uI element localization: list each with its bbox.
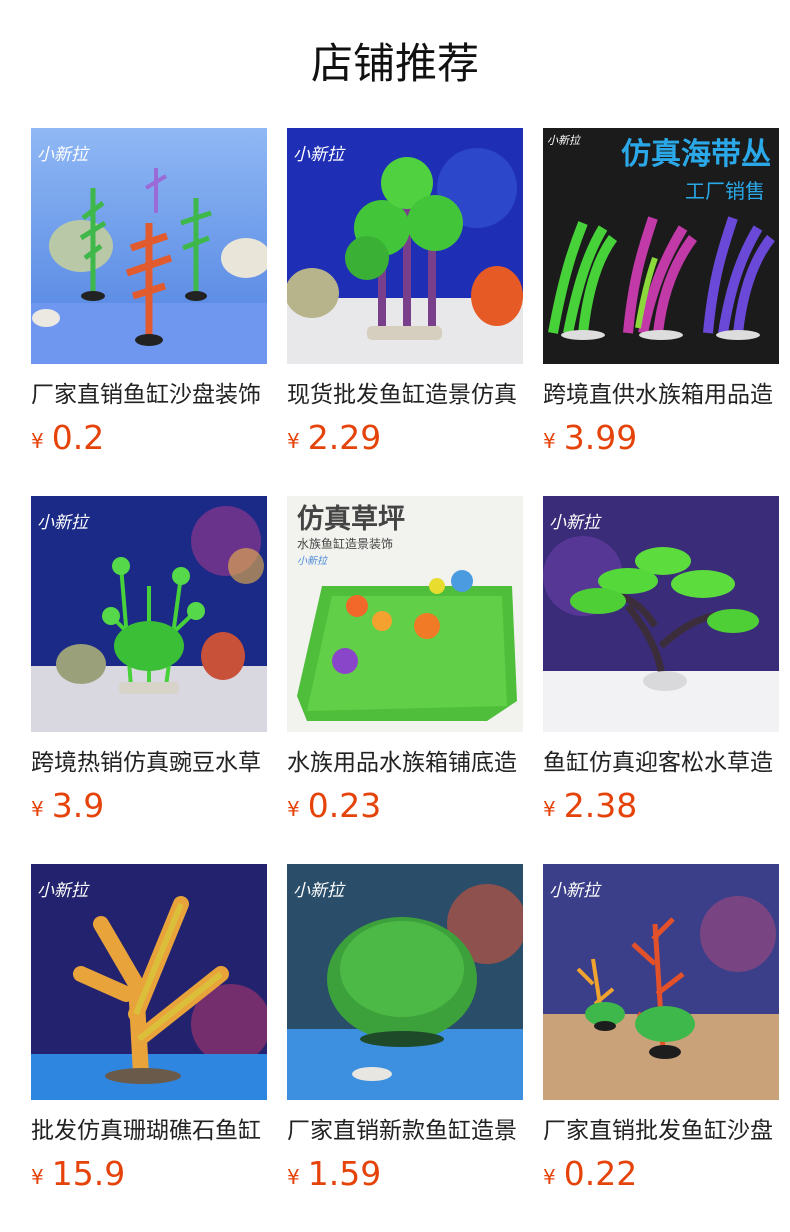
product-image[interactable]: 小新拉 xyxy=(543,496,779,732)
image-subline: 工厂销售 xyxy=(685,179,765,203)
product-price: ¥3.99 xyxy=(543,418,637,458)
product-price: ¥15.9 xyxy=(31,1154,125,1194)
product-price: ¥1.59 xyxy=(287,1154,381,1194)
product-image[interactable]: 小新拉 xyxy=(31,496,267,732)
product-price: ¥2.29 xyxy=(287,418,381,458)
product-image[interactable]: 小新拉 xyxy=(543,864,779,1100)
price-value: 1.59 xyxy=(307,1154,382,1193)
product-name[interactable]: 厂家直销鱼缸沙盘装饰 xyxy=(31,378,267,412)
product-name[interactable]: 跨境热销仿真豌豆水草 xyxy=(31,746,267,780)
product-image[interactable]: 仿真草坪 水族鱼缸造景装饰 小新拉 xyxy=(287,496,523,732)
product-price: ¥2.38 xyxy=(543,786,637,826)
product-name[interactable]: 跨境直供水族箱用品造 xyxy=(543,378,779,412)
watermark-logo: 小新拉 xyxy=(549,881,602,901)
watermark-logo: 小新拉 xyxy=(293,145,346,165)
page-title: 店铺推荐 xyxy=(310,39,479,88)
product-name[interactable]: 厂家直销批发鱼缸沙盘 xyxy=(543,1114,779,1148)
product-image[interactable]: 小新拉 xyxy=(287,128,523,364)
currency-symbol: ¥ xyxy=(31,797,44,821)
product-price: ¥0.22 xyxy=(543,1154,637,1194)
product-price: ¥0.23 xyxy=(287,786,381,826)
price-value: 3.99 xyxy=(563,418,638,457)
watermark-logo: 小新拉 xyxy=(547,134,582,147)
price-value: 15.9 xyxy=(51,1154,126,1193)
watermark-logo: 小新拉 xyxy=(293,881,346,901)
product-price: ¥3.9 xyxy=(31,786,104,826)
product-image[interactable]: 小新拉 xyxy=(31,128,267,364)
price-value: 2.38 xyxy=(563,786,638,825)
watermark-logo: 小新拉 xyxy=(37,145,90,165)
watermark-logo: 小新拉 xyxy=(37,513,90,533)
price-value: 0.2 xyxy=(51,418,105,457)
image-headline: 仿真海带丛 xyxy=(621,137,771,172)
currency-symbol: ¥ xyxy=(31,1165,44,1189)
price-value: 2.29 xyxy=(307,418,382,457)
currency-symbol: ¥ xyxy=(543,1165,556,1189)
product-name[interactable]: 厂家直销新款鱼缸造景 xyxy=(287,1114,523,1148)
price-value: 0.23 xyxy=(307,786,382,825)
product-name[interactable]: 批发仿真珊瑚礁石鱼缸 xyxy=(31,1114,267,1148)
image-headline: 仿真草坪 xyxy=(297,504,405,535)
product-image[interactable]: 小新拉 xyxy=(287,864,523,1100)
product-name[interactable]: 水族用品水族箱铺底造 xyxy=(287,746,523,780)
product-image[interactable]: 小新拉 xyxy=(31,864,267,1100)
watermark-logo: 小新拉 xyxy=(37,881,90,901)
currency-symbol: ¥ xyxy=(543,797,556,821)
product-name[interactable]: 鱼缸仿真迎客松水草造 xyxy=(543,746,779,780)
product-image[interactable]: 仿真海带丛 工厂销售 小新拉 xyxy=(543,128,779,364)
watermark-logo: 小新拉 xyxy=(297,555,329,567)
product-price: ¥0.2 xyxy=(31,418,104,458)
currency-symbol: ¥ xyxy=(543,429,556,453)
watermark-logo: 小新拉 xyxy=(549,513,602,533)
currency-symbol: ¥ xyxy=(31,429,44,453)
currency-symbol: ¥ xyxy=(287,797,300,821)
currency-symbol: ¥ xyxy=(287,1165,300,1189)
image-subline: 水族鱼缸造景装饰 xyxy=(297,536,393,551)
price-value: 3.9 xyxy=(51,786,105,825)
product-name[interactable]: 现货批发鱼缸造景仿真 xyxy=(287,378,523,412)
currency-symbol: ¥ xyxy=(287,429,300,453)
price-value: 0.22 xyxy=(563,1154,638,1193)
